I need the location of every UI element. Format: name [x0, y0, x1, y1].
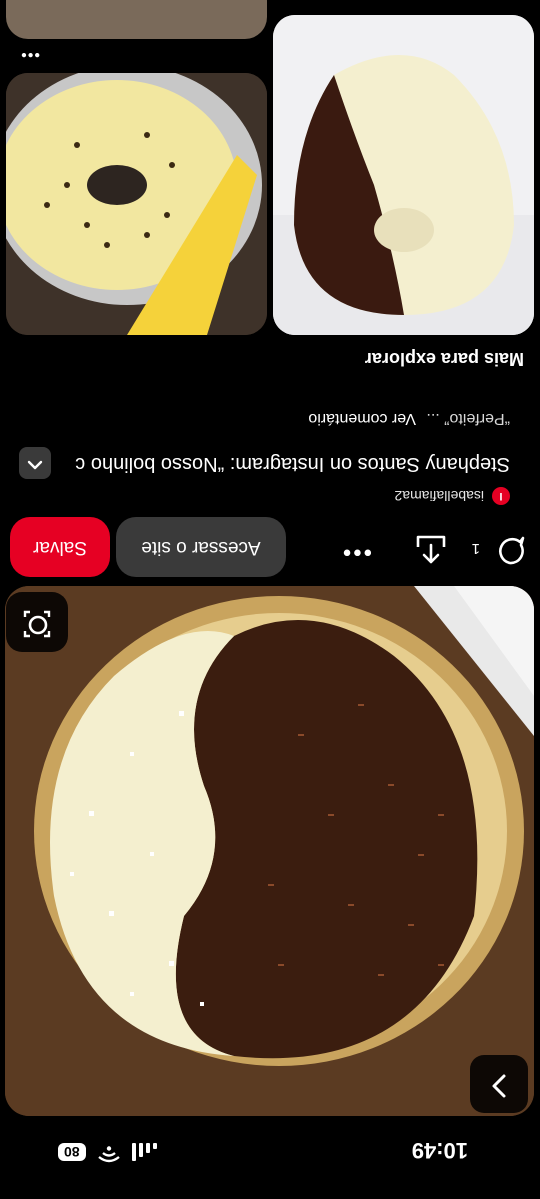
visual-search-button[interactable]	[6, 592, 68, 652]
save-button[interactable]: Salvar	[10, 517, 110, 577]
explore-pin-3[interactable]	[6, 0, 267, 39]
author-row[interactable]: I isabellafiama2	[394, 487, 510, 505]
status-time: 10:49	[411, 1138, 468, 1163]
pin-title: Stephany Santos on Instagram: “Nosso bol…	[75, 453, 510, 475]
wifi-icon	[97, 1142, 120, 1163]
author-name: isabellafiama2	[394, 488, 485, 504]
comment-icon	[494, 530, 526, 567]
description-row: “Perfeito” ... Ver comentário	[308, 409, 510, 427]
more-options-button[interactable]: •••	[341, 539, 372, 566]
explore-title: Mais para explorar	[364, 349, 524, 369]
visit-site-button[interactable]: Acessar o site	[116, 517, 286, 577]
comment-button[interactable]	[494, 530, 526, 567]
expand-description-button[interactable]	[19, 447, 51, 479]
status-icons: 80	[58, 1142, 157, 1163]
lens-icon	[22, 605, 52, 640]
share-button[interactable]	[414, 528, 448, 565]
signal-icon	[131, 1143, 157, 1162]
chevron-right-icon	[488, 1069, 510, 1100]
chevron-up-icon	[27, 454, 43, 472]
explore-pin-1[interactable]	[273, 15, 534, 335]
pin-description: “Perfeito” ...	[426, 410, 510, 427]
back-button[interactable]	[470, 1055, 528, 1113]
comment-count: 1	[471, 540, 480, 557]
avatar: I	[492, 487, 510, 505]
pin-actions: 1 ••• Acessar o site Salvar	[0, 509, 540, 579]
status-bar: 10:49 80	[0, 1129, 540, 1199]
explore-pin-2[interactable]	[6, 73, 267, 335]
pin-detail-screen: 10:49 80 1 ••• Acessar o site Salvar I i…	[0, 0, 540, 1199]
share-icon	[414, 528, 448, 565]
view-comments-link[interactable]: Ver comentário	[308, 410, 416, 427]
pin-image[interactable]	[5, 586, 534, 1116]
battery-icon: 80	[58, 1143, 86, 1162]
explore-pin-2-more-button[interactable]: •••	[20, 45, 40, 63]
